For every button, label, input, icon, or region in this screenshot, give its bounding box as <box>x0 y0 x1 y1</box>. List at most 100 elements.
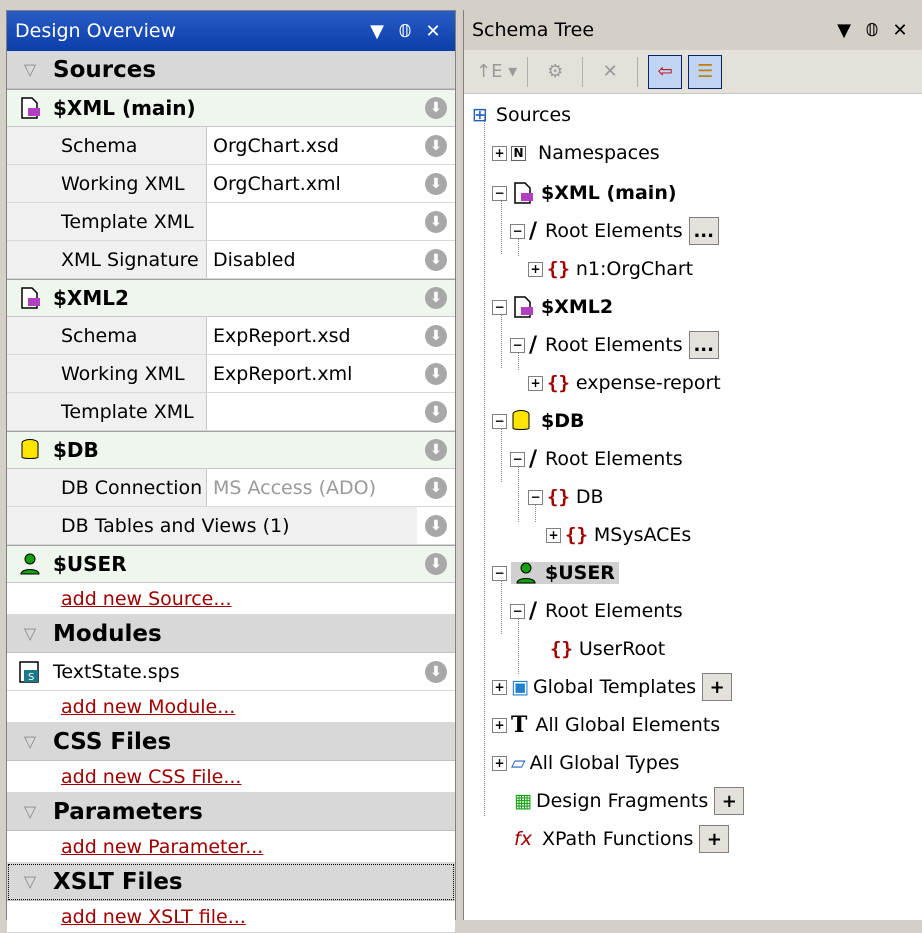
tree-namespaces[interactable]: + N Namespaces <box>492 138 660 168</box>
tree-element-msys[interactable]: + {} MSysACEs <box>546 520 691 550</box>
collapse-icon[interactable]: − <box>510 223 525 239</box>
more-button[interactable]: ... <box>688 217 719 245</box>
property-menu-button[interactable]: ⬇ <box>417 165 455 202</box>
property-value[interactable]: ExpReport.xml <box>207 355 417 392</box>
expand-icon[interactable]: + <box>492 679 507 695</box>
tree-db[interactable]: − $DB <box>492 406 584 436</box>
property-value[interactable]: ExpReport.xsd <box>207 317 417 354</box>
property-menu-button[interactable]: ⬇ <box>417 127 455 164</box>
add-element-icon[interactable]: ↑E ▾ <box>476 55 517 89</box>
tree-element-orgchart[interactable]: + {} n1:OrgChart <box>528 254 693 284</box>
tree-xml-main[interactable]: − $XML (main) <box>492 178 677 208</box>
add-module-link[interactable]: add new Module... <box>61 696 235 718</box>
dropdown-icon[interactable]: ▼ <box>830 20 858 41</box>
source-menu-button[interactable]: ⬇ <box>417 90 455 126</box>
source-menu-button[interactable]: ⬇ <box>417 432 455 468</box>
tree-root-elements[interactable]: − / Root Elements ... <box>510 330 719 360</box>
pin-icon[interactable]: 𝟘 <box>391 21 419 42</box>
property-menu-button[interactable]: ⬇ <box>417 469 455 506</box>
source-xml-main[interactable]: $XML (main) ⬇ <box>7 89 455 127</box>
tree-global-templates[interactable]: + ▣ Global Templates + <box>492 672 733 702</box>
source-user[interactable]: $USER ⬇ <box>7 545 455 583</box>
property-menu-button[interactable]: ⬇ <box>417 507 455 544</box>
module-menu-button[interactable]: ⬇ <box>417 653 455 690</box>
collapse-icon[interactable]: − <box>510 337 525 353</box>
tree-label: Root Elements <box>545 334 683 356</box>
collapse-icon[interactable]: − <box>492 413 507 429</box>
tree-root-elements[interactable]: − / Root Elements <box>510 596 683 626</box>
tree-element-userroot[interactable]: {} UserRoot <box>550 634 665 664</box>
tree-xpath-functions[interactable]: fx XPath Functions + <box>514 824 730 854</box>
source-db[interactable]: $DB ⬇ <box>7 431 455 469</box>
module-item[interactable]: S TextState.sps ⬇ <box>7 653 455 691</box>
collapse-triangle-icon[interactable]: ▽ <box>7 872 53 891</box>
property-menu-button[interactable]: ⬇ <box>417 393 455 430</box>
collapse-triangle-icon[interactable]: ▽ <box>7 802 53 821</box>
collapse-icon[interactable]: − <box>510 603 525 619</box>
property-menu-button[interactable]: ⬇ <box>417 355 455 392</box>
collapse-icon[interactable]: − <box>528 489 543 505</box>
tree-sources-root[interactable]: ⊞ Sources <box>472 100 571 130</box>
sort-icon[interactable]: ☰ <box>688 54 723 89</box>
tree-element-db[interactable]: − {} DB <box>528 482 604 512</box>
property-menu-button[interactable]: ⬇ <box>417 241 455 278</box>
collapse-triangle-icon[interactable]: ▽ <box>7 624 53 643</box>
add-parameter-link[interactable]: add new Parameter... <box>61 836 263 858</box>
dropdown-icon[interactable]: ▼ <box>363 21 391 42</box>
expand-icon[interactable]: + <box>546 527 561 543</box>
tree-design-fragments[interactable]: ▦ Design Fragments + <box>514 786 745 816</box>
tree-user[interactable]: − $USER <box>492 558 619 588</box>
source-name: $DB <box>53 438 99 462</box>
expand-icon[interactable]: + <box>528 261 543 277</box>
css-section-header[interactable]: ▽ CSS Files <box>7 723 455 761</box>
tree-root-elements[interactable]: − / Root Elements ... <box>510 216 719 246</box>
expand-icon[interactable]: + <box>492 145 507 161</box>
modules-section-header[interactable]: ▽ Modules <box>7 615 455 653</box>
tree-root-elements[interactable]: − / Root Elements <box>510 444 683 474</box>
property-value[interactable]: OrgChart.xsd <box>207 127 417 164</box>
xslt-section-header[interactable]: ▽ XSLT Files <box>7 863 455 901</box>
source-xml2[interactable]: $XML2 ⬇ <box>7 279 455 317</box>
source-menu-button[interactable]: ⬇ <box>417 546 455 582</box>
collapse-icon[interactable]: − <box>510 451 525 467</box>
collapse-icon[interactable]: − <box>492 299 507 315</box>
root-slash-icon: / <box>529 446 538 472</box>
expand-icon[interactable]: + <box>492 755 507 771</box>
tree-element-expense[interactable]: + {} expense-report <box>528 368 721 398</box>
property-value[interactable]: OrgChart.xml <box>207 165 417 202</box>
add-button[interactable]: + <box>714 787 745 815</box>
collapse-triangle-icon[interactable]: ▽ <box>7 732 53 751</box>
tree-all-global-elements[interactable]: + T All Global Elements <box>492 710 720 740</box>
add-button[interactable]: + <box>702 673 733 701</box>
expand-icon[interactable]: + <box>492 717 507 733</box>
pin-icon[interactable]: 𝟘 <box>858 20 886 41</box>
more-button[interactable]: ... <box>688 331 719 359</box>
sources-section-header[interactable]: ▽ Sources <box>7 51 455 89</box>
property-menu-button[interactable]: ⬇ <box>417 203 455 240</box>
close-icon[interactable]: ✕ <box>419 21 447 42</box>
add-xslt-link[interactable]: add new XSLT file... <box>61 906 246 928</box>
property-value[interactable] <box>207 393 417 430</box>
add-source-link[interactable]: add new Source... <box>61 588 232 610</box>
settings-icon[interactable]: ⚙ <box>538 55 572 89</box>
close-icon[interactable]: ✕ <box>886 20 914 41</box>
property-value[interactable]: Disabled <box>207 241 417 278</box>
property-key: DB Connection <box>7 469 207 506</box>
property-key[interactable]: DB Tables and Views (1) <box>7 507 417 544</box>
collapse-triangle-icon[interactable]: ▽ <box>7 60 53 79</box>
delete-icon[interactable]: ✕ <box>593 55 627 89</box>
property-menu-button[interactable]: ⬇ <box>417 317 455 354</box>
collapse-icon[interactable]: − <box>492 565 507 581</box>
tree-all-global-types[interactable]: + ▱ All Global Types <box>492 748 679 778</box>
tree-xml2[interactable]: − $XML2 <box>492 292 613 322</box>
add-css-link[interactable]: add new CSS File... <box>61 766 241 788</box>
sync-left-icon[interactable]: ⇦ <box>648 54 683 89</box>
property-value[interactable] <box>207 203 417 240</box>
tree-label: expense-report <box>575 372 721 394</box>
property-value: MS Access (ADO) <box>207 469 417 506</box>
add-button[interactable]: + <box>699 825 730 853</box>
parameters-section-header[interactable]: ▽ Parameters <box>7 793 455 831</box>
collapse-icon[interactable]: − <box>492 185 507 201</box>
source-menu-button[interactable]: ⬇ <box>417 280 455 316</box>
expand-icon[interactable]: + <box>528 375 543 391</box>
